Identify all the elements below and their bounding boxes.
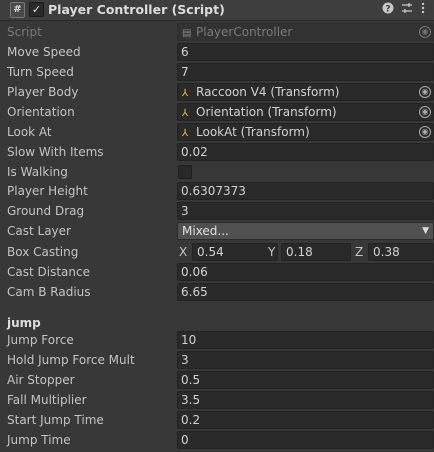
slow-with-items-row: Slow With Items 0.02 [0, 142, 434, 162]
air-stopper-label: Air Stopper [7, 373, 75, 387]
fall-multiplier-label: Fall Multiplier [7, 393, 87, 407]
is-walking-label: Is Walking [7, 165, 68, 179]
help-icon[interactable]: ? [382, 2, 394, 17]
jump-section-header: jump [7, 316, 41, 330]
look-at-field[interactable]: ⅄ LookAt (Transform) ◉ [177, 123, 434, 141]
cast-distance-label: Cast Distance [7, 265, 90, 279]
slow-with-items-label: Slow With Items [7, 145, 104, 159]
box-casting-y-label[interactable]: Y [268, 245, 275, 259]
box-casting-x-label[interactable]: X [179, 245, 187, 259]
orientation-field[interactable]: ⅄ Orientation (Transform) ◉ [177, 103, 434, 121]
object-picker-icon[interactable]: ◉ [419, 86, 431, 98]
svg-text:?: ? [385, 5, 390, 15]
script-label: Script [7, 25, 42, 39]
air-stopper-row: Air Stopper 0.5 [0, 370, 434, 390]
start-jump-time-label: Start Jump Time [7, 413, 104, 427]
component-header[interactable]: # ✓ Player Controller (Script) ? [0, 0, 434, 21]
player-height-input[interactable]: 0.6307373 [177, 182, 434, 200]
move-speed-row: Move Speed 6 [0, 42, 434, 62]
cast-distance-row: Cast Distance 0.06 [0, 262, 434, 282]
ground-drag-label: Ground Drag [7, 204, 85, 218]
jump-force-row: Jump Force 10 [0, 330, 434, 350]
is-walking-checkbox[interactable] [178, 165, 192, 179]
jump-time-input[interactable]: 0 [177, 431, 434, 449]
script-file-icon: ▤ [182, 28, 192, 39]
fall-multiplier-row: Fall Multiplier 3.5 [0, 390, 434, 410]
jump-force-input[interactable]: 10 [177, 331, 434, 349]
cam-b-radius-label: Cam B Radius [7, 285, 91, 299]
transform-icon: ⅄ [182, 108, 189, 119]
start-jump-time-input[interactable]: 0.2 [177, 411, 434, 429]
look-at-label: Look At [7, 125, 52, 139]
look-at-row: Look At ⅄ LookAt (Transform) ◉ [0, 122, 434, 142]
cast-layer-value: Mixed... [182, 224, 229, 238]
move-speed-input[interactable]: 6 [177, 43, 434, 61]
orientation-value: Orientation (Transform) [196, 105, 337, 119]
cam-b-radius-row: Cam B Radius 6.65 [0, 282, 434, 302]
kebab-menu-icon[interactable] [420, 2, 426, 17]
hold-jump-force-mult-label: Hold Jump Force Mult [7, 353, 135, 367]
object-picker-icon: ◉ [419, 26, 431, 38]
player-body-field[interactable]: ⅄ Raccoon V4 (Transform) ◉ [177, 83, 434, 101]
is-walking-row: Is Walking [0, 162, 434, 182]
transform-icon: ⅄ [182, 88, 189, 99]
box-casting-y-input[interactable]: 0.18 [281, 243, 351, 261]
turn-speed-label: Turn Speed [7, 65, 74, 79]
script-field: ▤ PlayerController ◉ [177, 23, 434, 41]
box-casting-x-input[interactable]: 0.54 [192, 243, 278, 261]
cast-distance-input[interactable]: 0.06 [177, 263, 434, 281]
player-body-row: Player Body ⅄ Raccoon V4 (Transform) ◉ [0, 82, 434, 102]
component-enabled-checkbox[interactable]: ✓ [29, 2, 44, 17]
turn-speed-input[interactable]: 7 [177, 63, 434, 81]
player-body-label: Player Body [7, 85, 79, 99]
jump-time-row: Jump Time 0 [0, 430, 434, 450]
fall-multiplier-input[interactable]: 3.5 [177, 391, 434, 409]
box-casting-label: Box Casting [7, 245, 79, 259]
orientation-row: Orientation ⅄ Orientation (Transform) ◉ [0, 102, 434, 122]
dropdown-arrow-icon: ▼ [422, 226, 429, 236]
jump-force-label: Jump Force [7, 333, 74, 347]
cast-layer-row: Cast Layer Mixed... ▼ [0, 221, 434, 241]
box-casting-z-input[interactable]: 0.38 [368, 243, 434, 261]
move-speed-label: Move Speed [7, 45, 81, 59]
player-body-value: Raccoon V4 (Transform) [196, 85, 340, 99]
transform-icon: ⅄ [182, 128, 189, 139]
cast-layer-dropdown[interactable]: Mixed... ▼ [177, 222, 434, 240]
ground-drag-input[interactable]: 3 [177, 202, 434, 220]
start-jump-time-row: Start Jump Time 0.2 [0, 410, 434, 430]
script-value: PlayerController [196, 25, 293, 39]
hold-jump-force-mult-input[interactable]: 3 [177, 351, 434, 369]
look-at-value: LookAt (Transform) [196, 125, 310, 139]
box-casting-z-label[interactable]: Z [355, 245, 363, 259]
cast-layer-label: Cast Layer [7, 224, 71, 238]
player-height-row: Player Height 0.6307373 [0, 181, 434, 201]
player-height-label: Player Height [7, 184, 88, 198]
ground-drag-row: Ground Drag 3 [0, 201, 434, 221]
component-title: Player Controller (Script) [48, 2, 225, 17]
slow-with-items-input[interactable]: 0.02 [177, 143, 434, 161]
hold-jump-force-mult-row: Hold Jump Force Mult 3 [0, 350, 434, 370]
orientation-label: Orientation [7, 105, 75, 119]
object-picker-icon[interactable]: ◉ [419, 106, 431, 118]
turn-speed-row: Turn Speed 7 [0, 62, 434, 82]
jump-time-label: Jump Time [7, 433, 71, 447]
object-picker-icon[interactable]: ◉ [419, 126, 431, 138]
sliders-icon[interactable] [401, 2, 413, 17]
box-casting-row: Box Casting X 0.54 Y 0.18 Z 0.38 [0, 242, 434, 262]
script-component-icon: # [10, 2, 25, 18]
air-stopper-input[interactable]: 0.5 [177, 371, 434, 389]
cam-b-radius-input[interactable]: 6.65 [177, 283, 434, 301]
script-row: Script ▤ PlayerController ◉ [0, 22, 434, 42]
